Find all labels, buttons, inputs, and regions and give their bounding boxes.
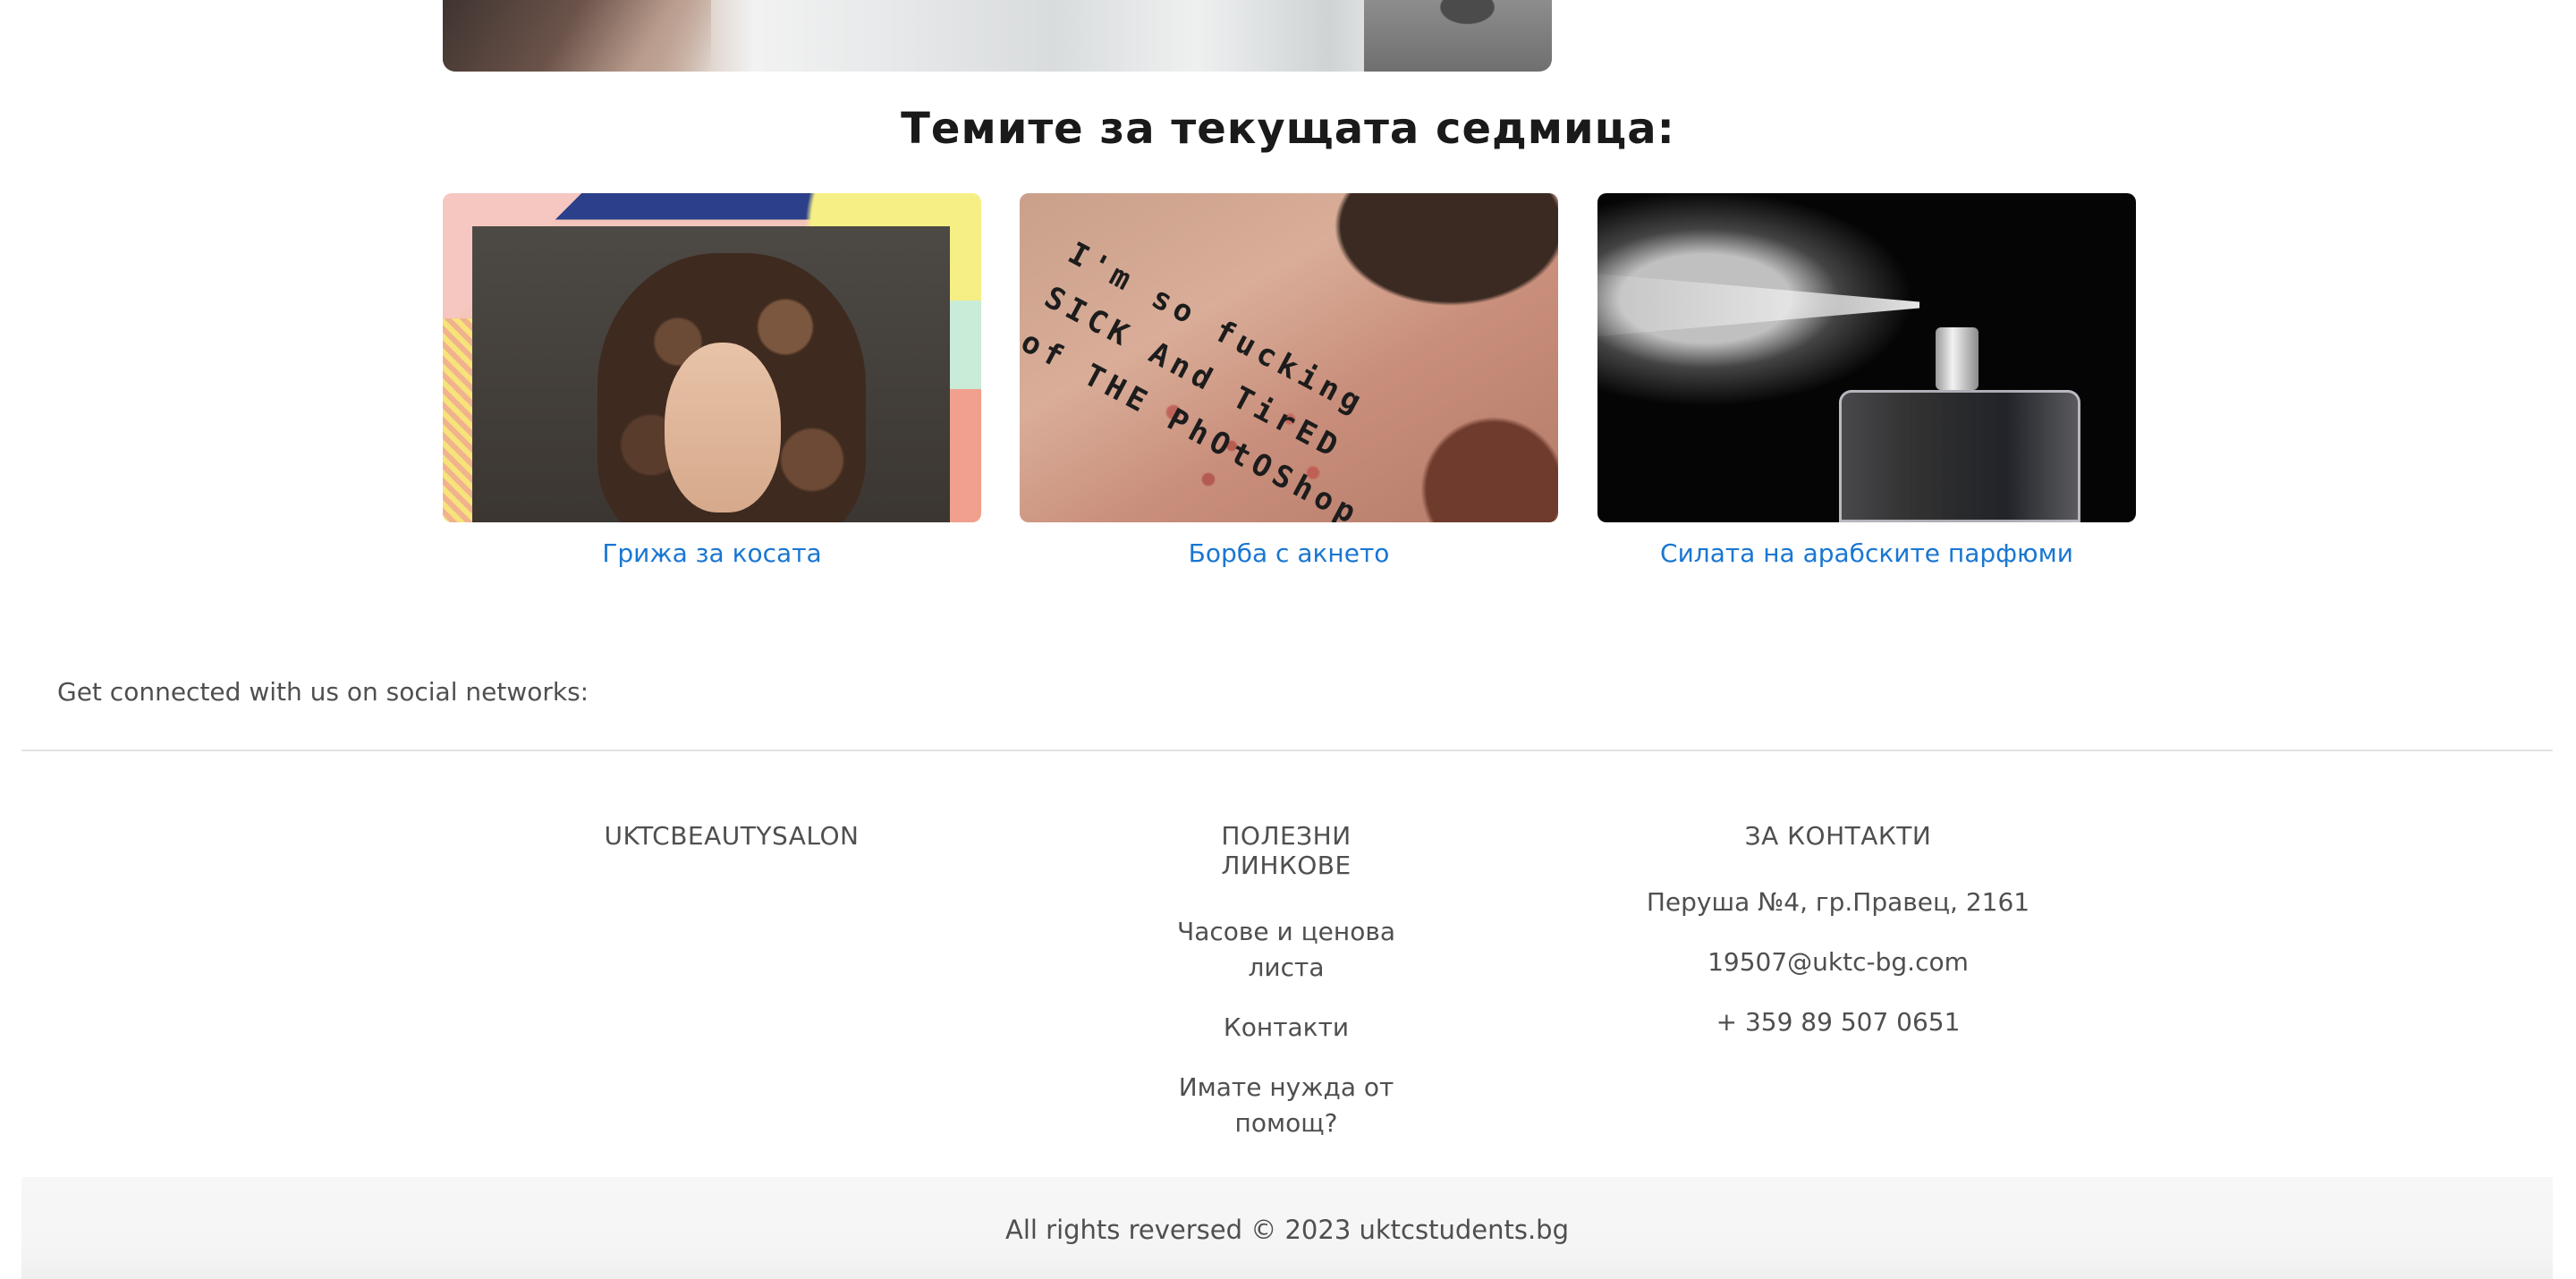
copyright-text: All rights reversed © 2023 bbox=[1004, 1215, 1360, 1245]
perfume-spray-photo[interactable] bbox=[1597, 193, 2136, 522]
link-hours-prices[interactable]: Часове и ценова листа bbox=[1177, 917, 1395, 982]
acne-skin-photo[interactable]: I'm so fucking SICK And TirED of THE PhO… bbox=[1020, 193, 1558, 522]
footer-contacts-column: ЗА КОНТАКТИ Перуша №4, гр.Правец, 2161 1… bbox=[1592, 821, 2084, 1064]
link-contacts[interactable]: Контакти bbox=[1224, 1012, 1349, 1042]
copyright-bar: All rights reversed © 2023 uktcstudents.… bbox=[21, 1177, 2553, 1279]
social-networks-text: Get connected with us on social networks… bbox=[57, 677, 589, 707]
face-shape bbox=[665, 343, 781, 512]
contact-address: Перуша №4, гр.Правец, 2161 bbox=[1646, 887, 2030, 917]
topics-heading: Темите за текущата седмица: bbox=[901, 104, 1675, 154]
spray-mist bbox=[1597, 274, 1919, 336]
topic-link-acne[interactable]: Борба с акнето bbox=[1020, 538, 1558, 568]
contact-phone: + 359 89 507 0651 bbox=[1716, 1007, 1961, 1037]
photo-letters: I'm so fucking SICK And TirED of THE PhO… bbox=[1020, 229, 1493, 522]
useful-links-title: ПОЛЕЗНИ ЛИНКОВЕ bbox=[1221, 821, 1352, 880]
topic-link-perfume[interactable]: Силата на арабските парфюми bbox=[1597, 538, 2136, 568]
footer-brand-column: UKTCBEAUTYSALON bbox=[572, 821, 891, 885]
topic-card-perfume: Силата на арабските парфюми bbox=[1597, 193, 2136, 568]
curly-hair-photo[interactable] bbox=[443, 193, 981, 522]
brand-title: UKTCBEAUTYSALON bbox=[604, 821, 860, 851]
copyright-site-link[interactable]: uktcstudents.bg bbox=[1360, 1215, 1570, 1245]
perfume-cap bbox=[1936, 327, 1979, 390]
contacts-title: ЗА КОНТАКТИ bbox=[1744, 821, 1932, 851]
perfume-bottle bbox=[1839, 390, 2080, 522]
contact-email: 19507@uktc-bg.com bbox=[1707, 947, 1969, 977]
page: Темите за текущата седмица: Грижа за кос… bbox=[0, 0, 2576, 1279]
topic-card-hair: Грижа за косата bbox=[443, 193, 981, 568]
footer-links-column: ПОЛЕЗНИ ЛИНКОВЕ Часове и ценова листа Ко… bbox=[1154, 821, 1419, 1165]
footer-divider bbox=[21, 750, 2553, 751]
topic-card-acne: I'm so fucking SICK And TirED of THE PhO… bbox=[1020, 193, 1558, 568]
pattern-strip-right bbox=[950, 301, 981, 522]
pattern-strip-left bbox=[443, 318, 472, 522]
hero-image bbox=[443, 0, 1552, 72]
topic-link-hair[interactable]: Грижа за косата bbox=[443, 538, 981, 568]
hair-photo-inner bbox=[472, 226, 950, 522]
link-help[interactable]: Имате нужда от помощ? bbox=[1179, 1072, 1394, 1138]
